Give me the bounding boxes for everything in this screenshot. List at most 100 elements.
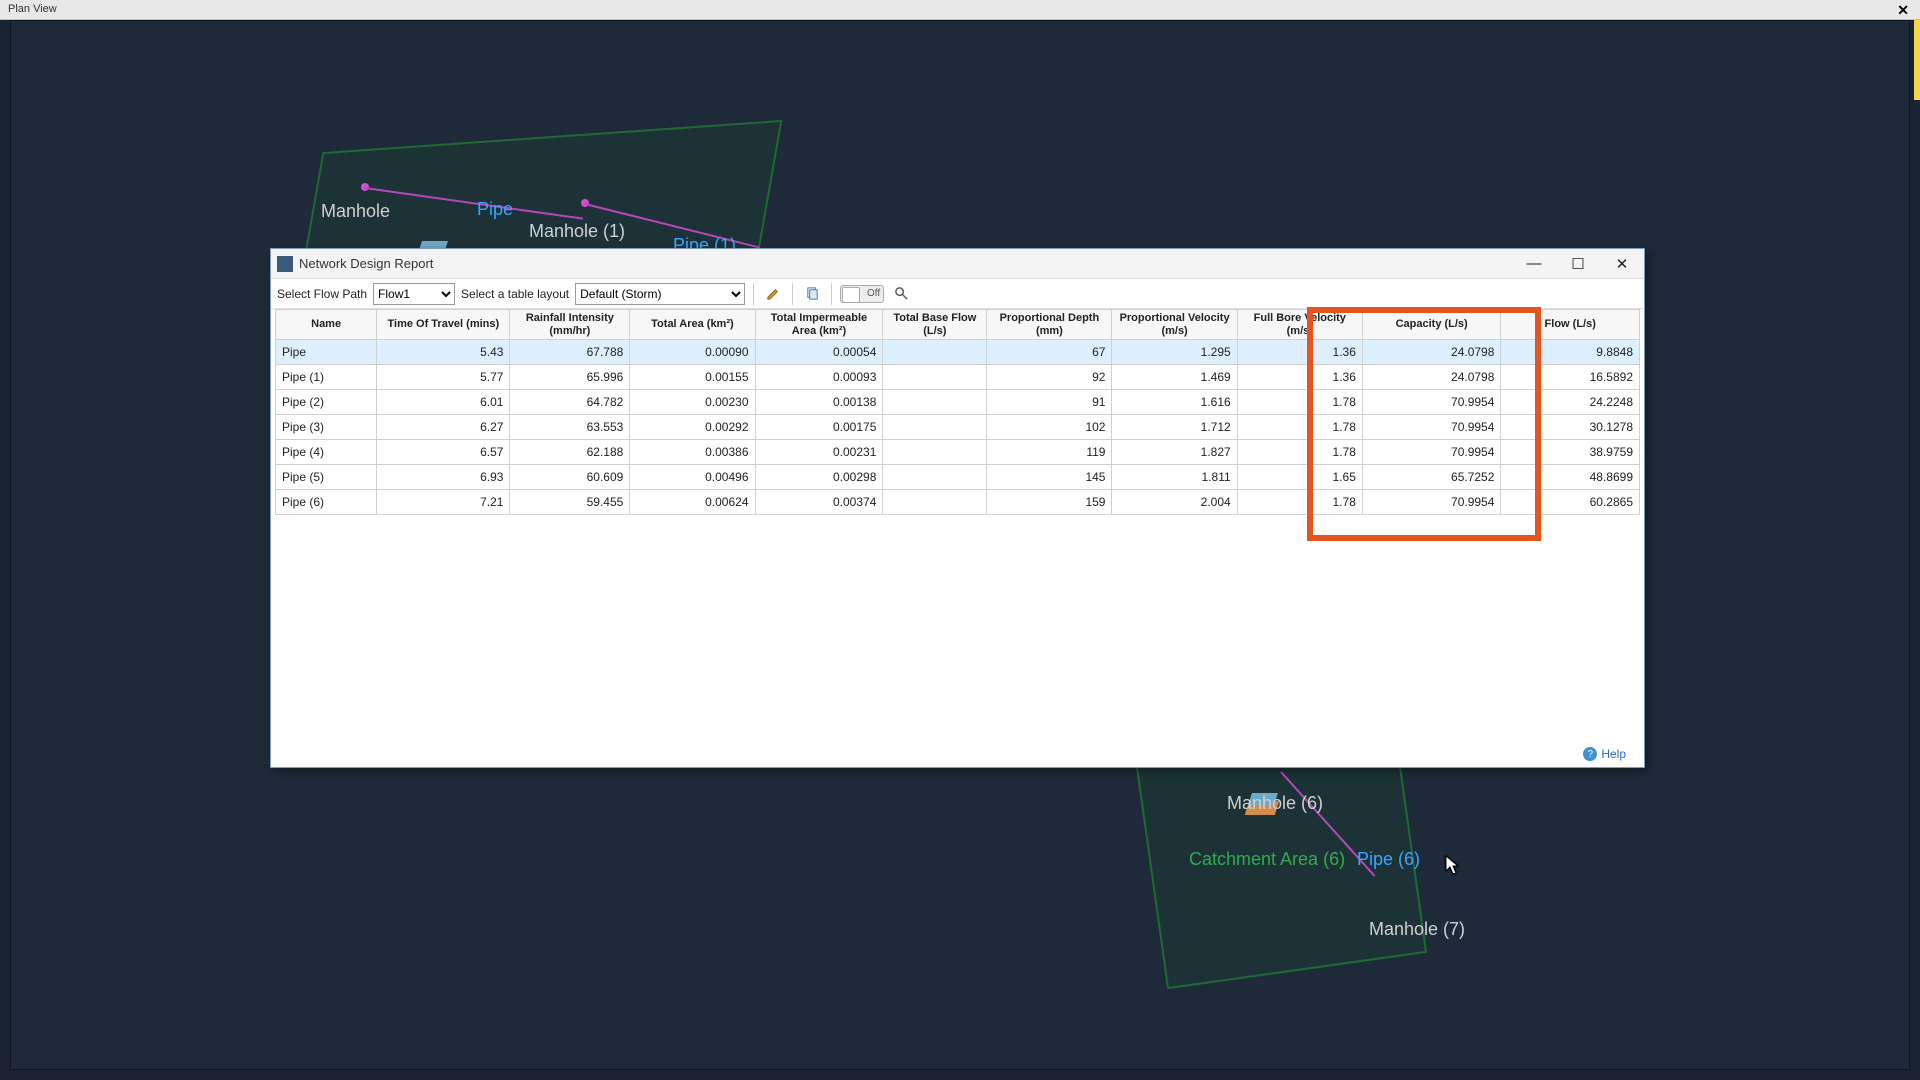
cell-cap[interactable]: 70.9954 [1362,440,1501,465]
cell-tbf[interactable] [883,490,987,515]
minimize-icon[interactable]: — [1512,249,1556,279]
cell-tia[interactable]: 0.00093 [755,365,883,390]
col-total-area[interactable]: Total Area (km²) [630,310,755,340]
zoom-icon[interactable] [890,283,912,305]
cell-fbv[interactable]: 1.78 [1237,490,1362,515]
panel-close-icon[interactable]: ✕ [1891,1,1915,20]
cell-tia[interactable]: 0.00138 [755,390,883,415]
col-rainfall-intensity[interactable]: Rainfall Intensity (mm/hr) [510,310,630,340]
table-row[interactable]: Pipe5.4367.7880.000900.00054671.2951.362… [276,340,1640,365]
cell-name[interactable]: Pipe (6) [276,490,377,515]
col-flow[interactable]: Flow (L/s) [1501,310,1640,340]
cell-tbf[interactable] [883,365,987,390]
col-time-of-travel[interactable]: Time Of Travel (mins) [377,310,510,340]
table-row[interactable]: Pipe (6)7.2159.4550.006240.00374 1592.004… [276,490,1640,515]
cell-name[interactable]: Pipe (5) [276,465,377,490]
col-capacity[interactable]: Capacity (L/s) [1362,310,1501,340]
cell-tot[interactable]: 6.93 [377,465,510,490]
cell-tbf[interactable] [883,465,987,490]
table-row[interactable]: Pipe (2)6.0164.7820.002300.00138911.6161… [276,390,1640,415]
cell-pv[interactable]: 2.004 [1112,490,1237,515]
cell-fbv[interactable]: 1.78 [1237,390,1362,415]
cell-ri[interactable]: 67.788 [510,340,630,365]
edit-layout-icon[interactable] [762,283,784,305]
cell-tbf[interactable] [883,440,987,465]
col-prop-velocity[interactable]: Proportional Velocity (m/s) [1112,310,1237,340]
cell-tia[interactable]: 0.00175 [755,415,883,440]
cell-flow[interactable]: 60.2865 [1501,490,1640,515]
cell-ri[interactable]: 64.782 [510,390,630,415]
cell-pv[interactable]: 1.616 [1112,390,1237,415]
table-row[interactable]: Pipe (3)6.2763.5530.002920.001751021.712… [276,415,1640,440]
close-icon[interactable]: ✕ [1600,249,1644,279]
cell-pd[interactable]: 102 [987,415,1112,440]
dialog-title-bar[interactable]: Network Design Report — ☐ ✕ [271,249,1644,279]
cell-ta[interactable]: 0.00230 [630,390,755,415]
cell-tbf[interactable] [883,390,987,415]
copy-icon[interactable] [801,283,823,305]
cell-pd[interactable]: 145 [987,465,1112,490]
layout-select[interactable]: Default (Storm) [575,283,745,305]
cell-name[interactable]: Pipe (1) [276,365,377,390]
cell-tot[interactable]: 7.21 [377,490,510,515]
cell-ta[interactable]: 0.00496 [630,465,755,490]
cell-ta[interactable]: 0.00155 [630,365,755,390]
cell-pd[interactable]: 67 [987,340,1112,365]
cell-ri[interactable]: 60.609 [510,465,630,490]
cell-pv[interactable]: 1.811 [1112,465,1237,490]
maximize-icon[interactable]: ☐ [1556,249,1600,279]
cell-ta[interactable]: 0.00386 [630,440,755,465]
cell-fbv[interactable]: 1.65 [1237,465,1362,490]
cell-fbv[interactable]: 1.78 [1237,440,1362,465]
cell-tot[interactable]: 5.77 [377,365,510,390]
cell-ta[interactable]: 0.00292 [630,415,755,440]
cell-name[interactable]: Pipe [276,340,377,365]
cell-pv[interactable]: 1.295 [1112,340,1237,365]
cell-tia[interactable]: 0.00374 [755,490,883,515]
cell-flow[interactable]: 48.8699 [1501,465,1640,490]
cell-pd[interactable]: 92 [987,365,1112,390]
cell-tot[interactable]: 6.57 [377,440,510,465]
table-row[interactable]: Pipe (1)5.7765.9960.001550.00093921.4691… [276,365,1640,390]
table-row[interactable]: Pipe (5)6.9360.6090.004960.00298 1451.811… [276,465,1640,490]
cell-tbf[interactable] [883,340,987,365]
cell-ri[interactable]: 63.553 [510,415,630,440]
cell-cap[interactable]: 70.9954 [1362,390,1501,415]
cell-flow[interactable]: 30.1278 [1501,415,1640,440]
cell-pv[interactable]: 1.827 [1112,440,1237,465]
cell-pv[interactable]: 1.712 [1112,415,1237,440]
results-table[interactable]: Name Time Of Travel (mins) Rainfall Inte… [275,309,1640,515]
col-total-base-flow[interactable]: Total Base Flow (L/s) [883,310,987,340]
cell-flow[interactable]: 16.5892 [1501,365,1640,390]
cell-tbf[interactable] [883,415,987,440]
cell-ta[interactable]: 0.00090 [630,340,755,365]
cell-name[interactable]: Pipe (4) [276,440,377,465]
cell-name[interactable]: Pipe (2) [276,390,377,415]
help-link[interactable]: ? Help [1583,747,1626,761]
cell-tia[interactable]: 0.00054 [755,340,883,365]
cell-ri[interactable]: 59.455 [510,490,630,515]
cell-cap[interactable]: 24.0798 [1362,365,1501,390]
cell-fbv[interactable]: 1.36 [1237,365,1362,390]
col-prop-depth[interactable]: Proportional Depth (mm) [987,310,1112,340]
table-row[interactable]: Pipe (4)6.5762.1880.003860.002311191.827… [276,440,1640,465]
filter-toggle[interactable]: Off [840,285,884,303]
cell-tot[interactable]: 6.27 [377,415,510,440]
cell-tia[interactable]: 0.00298 [755,465,883,490]
cell-fbv[interactable]: 1.36 [1237,340,1362,365]
cell-ta[interactable]: 0.00624 [630,490,755,515]
col-name[interactable]: Name [276,310,377,340]
cell-pd[interactable]: 119 [987,440,1112,465]
cell-ri[interactable]: 65.996 [510,365,630,390]
cell-pd[interactable]: 159 [987,490,1112,515]
cell-tia[interactable]: 0.00231 [755,440,883,465]
cell-tot[interactable]: 6.01 [377,390,510,415]
cell-tot[interactable]: 5.43 [377,340,510,365]
cell-cap[interactable]: 70.9954 [1362,415,1501,440]
flowpath-select[interactable]: Flow1 [373,283,455,305]
cell-cap[interactable]: 65.7252 [1362,465,1501,490]
cell-cap[interactable]: 70.9954 [1362,490,1501,515]
cell-flow[interactable]: 24.2248 [1501,390,1640,415]
cell-fbv[interactable]: 1.78 [1237,415,1362,440]
col-total-imperm-area[interactable]: Total Impermeable Area (km²) [755,310,883,340]
